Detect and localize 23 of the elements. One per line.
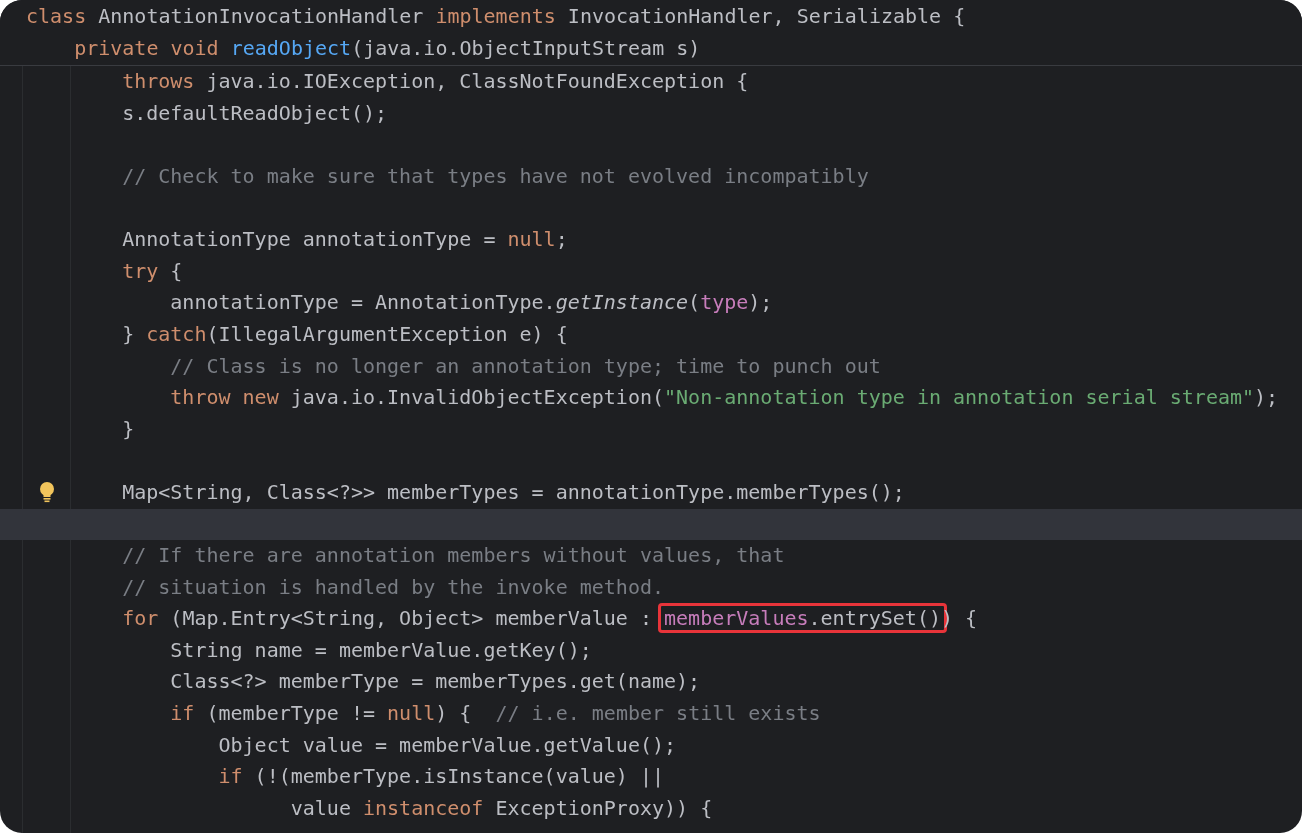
code-line: for (Map.Entry<String, Object> memberValue : memberValues.entrySet()) { — [74, 603, 978, 635]
code-line: Map<String, Class<?>> memberTypes = annotationType.memberTypes(); — [121, 478, 905, 506]
code-line: try { — [121, 257, 183, 285]
code-line: Object value = memberValue.getValue(); — [217, 731, 677, 759]
code-line: class AnnotationInvocationHandler implements InvocationHandler, Serializable { — [26, 3, 966, 30]
code-line: if (!(memberType.isInstance(value) || — [217, 763, 664, 791]
code-line: s.defaultReadObject(); — [121, 99, 388, 127]
code-line: annotationType = AnnotationType.getInstance(type); — [169, 289, 773, 317]
code-line: AnnotationType annotationType = null; — [121, 226, 568, 254]
code-line: } catch(IllegalArgumentException e) { — [121, 320, 568, 348]
code-line: throw new java.io.InvalidObjectException("Non-annotation type in annotation serial stream"); — [169, 384, 1279, 412]
code-line: } — [121, 415, 135, 443]
code-line: private void readObject(java.io.ObjectInputStream s) — [73, 34, 701, 62]
code-line: value instanceof ExceptionProxy)) { — [289, 794, 713, 822]
code-line: // If there are annotation members without values, that — [121, 542, 785, 570]
lightbulb-icon[interactable] — [38, 480, 56, 505]
code-line: if (memberType != null) { // i.e. member still exists — [169, 700, 821, 728]
code-line: // Check to make sure that types have not evolved incompatibly — [121, 162, 869, 190]
code-line: throws java.io.IOException, ClassNotFoundException { — [121, 68, 749, 96]
code-line: String name = memberValue.getKey(); — [169, 636, 592, 664]
code-line: Class<?> memberType = memberTypes.get(name); — [169, 668, 701, 696]
code-line: // Class is no longer an annotation type; time to punch out — [169, 352, 881, 380]
code-line: // situation is handled by the invoke method. — [121, 573, 664, 601]
